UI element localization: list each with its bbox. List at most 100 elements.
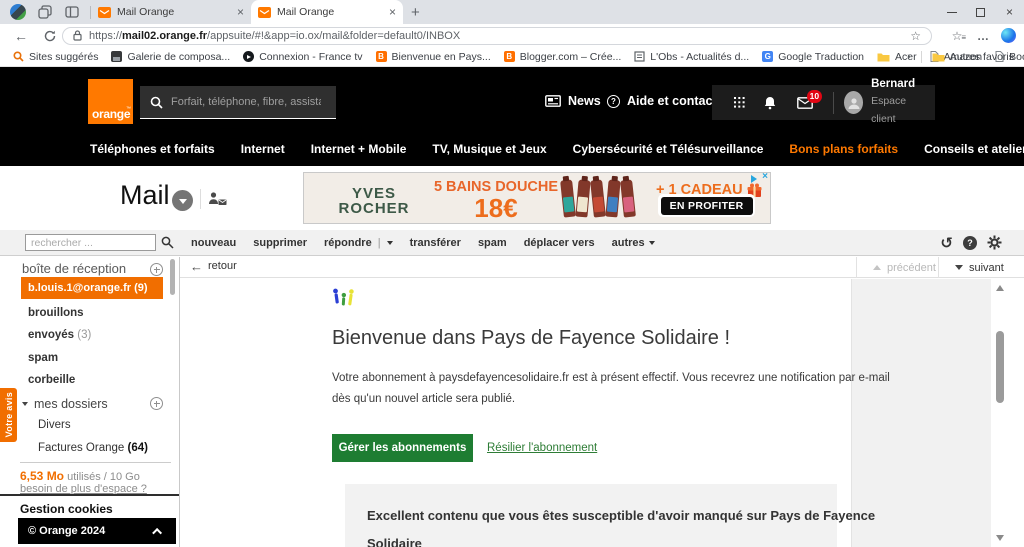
bookmark-galerie[interactable]: Galerie de composa... [111, 51, 230, 63]
bookmark-google-traduction[interactable]: G Google Traduction [762, 51, 864, 63]
feedback-tab[interactable]: Votre avis [0, 388, 17, 442]
adchoices-icon[interactable] [751, 175, 757, 183]
unsubscribe-link[interactable]: Résilier l'abonnement [487, 442, 597, 454]
folder-spam[interactable]: spam [28, 352, 58, 364]
inbox-section-label[interactable]: boîte de réception [22, 261, 126, 276]
scrollbar-thumb[interactable] [996, 331, 1004, 403]
maximize-button[interactable] [966, 0, 995, 24]
mail-search-input[interactable] [25, 234, 156, 251]
workspaces-icon[interactable] [36, 3, 54, 21]
nav-conseils-ateliers[interactable]: Conseils et ateliers [924, 142, 1024, 156]
tab-close-icon[interactable]: × [389, 5, 396, 19]
ad-cta-button[interactable]: EN PROFITER [661, 197, 753, 215]
browser-menu-icon[interactable]: … [977, 29, 989, 43]
sidebar-scrollbar-thumb[interactable] [170, 259, 175, 295]
divider [20, 462, 171, 463]
scroll-down-icon[interactable] [996, 535, 1004, 541]
nav-cybersecurite[interactable]: Cybersécurité et Télésurveillance [573, 142, 764, 156]
nav-telephones-forfaits[interactable]: Téléphones et forfaits [90, 142, 215, 156]
chevron-up-icon[interactable] [152, 527, 162, 537]
url-bar[interactable]: https://mail02.orange.fr/appsuite/#!&app… [62, 27, 932, 45]
move-to-button[interactable]: déplacer vers [524, 237, 595, 249]
nav-internet-mobile[interactable]: Internet + Mobile [311, 142, 407, 156]
news-site-icon [634, 51, 645, 62]
close-button[interactable]: × [995, 0, 1024, 24]
other-favorites-folder[interactable]: Autres favoris [932, 51, 1014, 63]
nav-bons-plans[interactable]: Bons plans forfaits [789, 142, 898, 156]
back-icon[interactable]: ← [14, 28, 28, 44]
copyright-footer[interactable]: © Orange 2024 [18, 518, 176, 544]
add-account-icon[interactable] [150, 263, 163, 276]
new-mail-button[interactable]: nouveau [191, 237, 236, 249]
mail-notifications-icon[interactable]: 10 [797, 97, 813, 109]
apps-grid-icon[interactable] [734, 97, 743, 108]
copilot-icon[interactable] [1001, 28, 1016, 43]
search-icon[interactable] [161, 236, 174, 249]
refresh-icon[interactable] [44, 30, 56, 42]
bookmarks-overflow-icon[interactable]: › [907, 51, 911, 63]
gallery-icon [111, 51, 122, 62]
contacts-icon[interactable] [208, 191, 227, 211]
add-favorite-star-icon[interactable]: ☆ [910, 29, 921, 43]
history-icon[interactable]: ↺ [940, 234, 953, 252]
chevron-down-icon [955, 265, 963, 270]
email-title: Bienvenue dans Pays de Fayence Solidaire… [332, 327, 838, 350]
orange-mail-favicon [258, 7, 271, 18]
tab-mail-orange-2-active[interactable]: Mail Orange × [251, 0, 403, 24]
cookies-settings-link[interactable]: Gestion cookies [20, 502, 113, 516]
folder-trash[interactable]: corbeille [28, 374, 75, 386]
portal-search-input[interactable] [171, 96, 321, 108]
help-icon[interactable]: ? [963, 236, 977, 250]
favorites-hub-icon[interactable]: ☆≡ [952, 29, 965, 43]
browser-profile-icon[interactable] [9, 3, 27, 21]
spam-button[interactable]: spam [478, 237, 507, 249]
chevron-down-icon [649, 241, 655, 245]
forward-button[interactable]: transférer [410, 237, 461, 249]
add-folder-icon[interactable] [150, 397, 163, 410]
delete-button[interactable]: supprimer [253, 237, 307, 249]
minimize-button[interactable] [937, 0, 966, 24]
next-message-button[interactable]: suivant [938, 257, 1004, 278]
nav-tv-musique-jeux[interactable]: TV, Musique et Jeux [432, 142, 546, 156]
reply-button[interactable]: répondre| [324, 237, 393, 249]
my-folders-section[interactable]: mes dossiers [22, 397, 108, 411]
user-info[interactable]: Bernard Espace client [871, 78, 923, 127]
user-avatar[interactable] [844, 91, 863, 114]
scroll-up-icon[interactable] [996, 285, 1004, 291]
portal-search-box[interactable] [140, 86, 336, 119]
settings-gear-icon[interactable] [987, 235, 1002, 250]
bookmark-sites-suggeres[interactable]: Sites suggérés [13, 51, 98, 63]
nav-internet[interactable]: Internet [241, 142, 285, 156]
bookmark-france-tv[interactable]: Connexion - France tv [243, 51, 362, 63]
ad-close-icon[interactable]: × [762, 172, 768, 182]
folder-divers[interactable]: Divers [38, 419, 71, 431]
news-link[interactable]: News [545, 94, 601, 108]
mail-dropdown-icon[interactable] [172, 190, 193, 211]
folder-sidebar: boîte de réception b.louis.1@orange.fr (… [0, 257, 180, 547]
blogger-icon: B [376, 51, 387, 62]
message-body-area: Bienvenue dans Pays de Fayence Solidaire… [180, 279, 1024, 547]
help-contact-link[interactable]: ? Aide et contact [607, 94, 717, 108]
message-scrollbar[interactable] [991, 279, 1010, 547]
ad-banner[interactable]: YVES ROCHERFRANCE 5 BAINS DOUCHE 18€ + 1… [303, 172, 771, 224]
bookmark-bienvenue-pays[interactable]: B Bienvenue en Pays... [376, 51, 491, 63]
folder-drafts[interactable]: brouillons [28, 307, 84, 319]
lock-icon[interactable] [73, 30, 82, 41]
folder-inbox-account-selected[interactable]: b.louis.1@orange.fr (9) [21, 277, 163, 299]
new-tab-button[interactable]: + [411, 4, 420, 21]
folder-factures-orange[interactable]: Factures Orange (64) [38, 442, 148, 454]
more-button[interactable]: autres [612, 237, 655, 249]
tab-mail-orange-1[interactable]: Mail Orange × [91, 0, 251, 24]
previous-message-button-disabled[interactable]: précédent [856, 257, 938, 278]
vertical-tabs-icon[interactable] [63, 3, 81, 21]
ad-brand: YVES ROCHERFRANCE [318, 186, 430, 224]
manage-subscriptions-button[interactable]: Gérer les abonnements [332, 434, 473, 462]
bookmark-blogger[interactable]: B Blogger.com – Crée... [504, 51, 622, 63]
france-tv-icon [243, 51, 254, 62]
tab-close-icon[interactable]: × [237, 5, 244, 19]
orange-logo[interactable]: orange™ [88, 79, 133, 124]
folder-sent[interactable]: envoyés (3) [28, 329, 91, 341]
notifications-bell-icon[interactable] [763, 96, 777, 110]
back-button[interactable]: ←retour [190, 260, 237, 272]
bookmark-lobs[interactable]: L'Obs - Actualités d... [634, 51, 749, 63]
